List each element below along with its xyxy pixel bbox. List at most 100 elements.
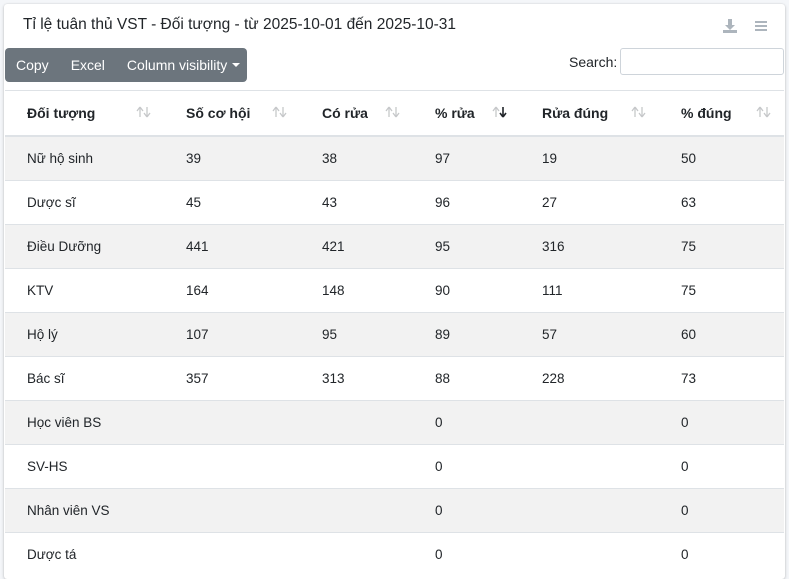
cell-doi-tuong: Học viên BS — [5, 400, 164, 445]
cell-pct-rua: 95 — [413, 224, 520, 269]
page-title: Tỉ lệ tuân thủ VST - Đối tượng - từ 2025… — [23, 16, 457, 33]
column-header-pct-rua[interactable]: % rửa — [413, 90, 520, 137]
cell-so-co-hoi: 45 — [164, 180, 300, 225]
cell-rua-dung — [520, 532, 659, 576]
column-header-doi-tuong[interactable]: Đối tượng — [5, 90, 164, 137]
cell-pct-dung: 63 — [659, 180, 784, 225]
cell-pct-rua: 90 — [413, 268, 520, 313]
cell-pct-dung: 0 — [659, 532, 784, 576]
cell-rua-dung: 228 — [520, 356, 659, 401]
cell-so-co-hoi: 357 — [164, 356, 300, 401]
sort-icon — [385, 106, 400, 118]
cell-co-rua: 313 — [300, 356, 413, 401]
cell-pct-dung: 0 — [659, 444, 784, 489]
cell-doi-tuong: Dược tá — [5, 532, 164, 576]
cell-doi-tuong: KTV — [5, 268, 164, 313]
column-header-label: Có rửa — [322, 105, 368, 121]
cell-so-co-hoi: 107 — [164, 312, 300, 357]
table-row: Hộ lý 107 95 89 57 60 — [5, 312, 784, 357]
sort-icon — [272, 106, 287, 118]
cell-pct-rua: 89 — [413, 312, 520, 357]
table-row: Nhân viên VS 0 0 — [5, 488, 784, 533]
cell-pct-dung: 0 — [659, 400, 784, 445]
data-table: Đối tượng Số cơ hội Có rửa % rửa Rửa đúng % đ… — [5, 90, 784, 576]
cell-pct-rua: 88 — [413, 356, 520, 401]
table-row: Học viên BS 0 0 — [5, 400, 784, 445]
cell-doi-tuong: SV-HS — [5, 444, 164, 489]
search-input[interactable] — [620, 48, 784, 75]
cell-so-co-hoi — [164, 488, 300, 533]
cell-rua-dung: 27 — [520, 180, 659, 225]
sort-icon — [136, 106, 151, 118]
menu-icon[interactable] — [753, 18, 769, 34]
cell-pct-rua: 97 — [413, 135, 520, 181]
export-button-group: Copy Excel Column visibility — [5, 48, 247, 82]
table-row: SV-HS 0 0 — [5, 444, 784, 489]
cell-so-co-hoi — [164, 400, 300, 445]
column-visibility-button[interactable]: Column visibility — [116, 48, 247, 82]
cell-pct-rua: 96 — [413, 180, 520, 225]
download-icon[interactable] — [722, 18, 738, 34]
sort-icon — [756, 106, 771, 118]
cell-rua-dung — [520, 488, 659, 533]
cell-pct-dung: 73 — [659, 356, 784, 401]
cell-rua-dung: 111 — [520, 268, 659, 313]
cell-doi-tuong: Nữ hộ sinh — [5, 135, 164, 181]
table-row: Dược tá 0 0 — [5, 532, 784, 576]
cell-rua-dung: 316 — [520, 224, 659, 269]
column-header-label: % đúng — [681, 105, 732, 121]
cell-doi-tuong: Hộ lý — [5, 312, 164, 357]
cell-pct-dung: 50 — [659, 135, 784, 181]
cell-rua-dung — [520, 444, 659, 489]
cell-co-rua: 95 — [300, 312, 413, 357]
card-header: Tỉ lệ tuân thủ VST - Đối tượng - từ 2025… — [4, 4, 785, 46]
cell-pct-rua: 0 — [413, 444, 520, 489]
table-row: Dược sĩ 45 43 96 27 63 — [5, 180, 784, 225]
cell-rua-dung: 19 — [520, 135, 659, 181]
sort-icon — [631, 106, 646, 118]
column-header-label: % rửa — [435, 105, 475, 121]
column-header-label: Số cơ hội — [186, 105, 251, 121]
cell-co-rua — [300, 488, 413, 533]
cell-co-rua — [300, 532, 413, 576]
cell-so-co-hoi: 39 — [164, 135, 300, 181]
column-visibility-label: Column visibility — [126, 57, 228, 73]
cell-co-rua: 148 — [300, 268, 413, 313]
cell-doi-tuong: Nhân viên VS — [5, 488, 164, 533]
cell-pct-rua: 0 — [413, 488, 520, 533]
column-header-rua-dung[interactable]: Rửa đúng — [520, 90, 659, 137]
sort-descending-icon — [492, 106, 507, 118]
cell-so-co-hoi: 441 — [164, 224, 300, 269]
table-body: Nữ hộ sinh 39 38 97 19 50 Dược sĩ 45 43 96 27 63 Điề… — [5, 135, 784, 576]
cell-doi-tuong: Bác sĩ — [5, 356, 164, 401]
cell-pct-dung: 60 — [659, 312, 784, 357]
cell-so-co-hoi — [164, 444, 300, 489]
caret-down-icon — [232, 63, 241, 67]
table-row: Bác sĩ 357 313 88 228 73 — [5, 356, 784, 401]
report-card: Tỉ lệ tuân thủ VST - Đối tượng - từ 2025… — [4, 4, 785, 579]
table-row: KTV 164 148 90 111 75 — [5, 268, 784, 313]
table-row: Điều Dưỡng 441 421 95 316 75 — [5, 224, 784, 269]
excel-button[interactable]: Excel — [60, 48, 116, 82]
column-header-co-rua[interactable]: Có rửa — [300, 90, 413, 137]
cell-so-co-hoi — [164, 532, 300, 576]
cell-pct-rua: 0 — [413, 400, 520, 445]
copy-button[interactable]: Copy — [5, 48, 60, 82]
cell-pct-rua: 0 — [413, 532, 520, 576]
column-header-label: Rửa đúng — [542, 105, 609, 121]
cell-co-rua: 43 — [300, 180, 413, 225]
column-header-pct-dung[interactable]: % đúng — [659, 90, 784, 137]
cell-pct-dung: 75 — [659, 224, 784, 269]
cell-so-co-hoi: 164 — [164, 268, 300, 313]
cell-rua-dung: 57 — [520, 312, 659, 357]
cell-co-rua — [300, 444, 413, 489]
cell-pct-dung: 75 — [659, 268, 784, 313]
table-row: Nữ hộ sinh 39 38 97 19 50 — [5, 135, 784, 181]
column-header-label: Đối tượng — [27, 105, 96, 121]
table-header-row: Đối tượng Số cơ hội Có rửa % rửa Rửa đúng % đ… — [5, 90, 784, 137]
cell-rua-dung — [520, 400, 659, 445]
cell-doi-tuong: Điều Dưỡng — [5, 224, 164, 269]
search-label: Search: — [569, 54, 618, 70]
cell-co-rua: 38 — [300, 135, 413, 181]
column-header-so-co-hoi[interactable]: Số cơ hội — [164, 90, 300, 137]
